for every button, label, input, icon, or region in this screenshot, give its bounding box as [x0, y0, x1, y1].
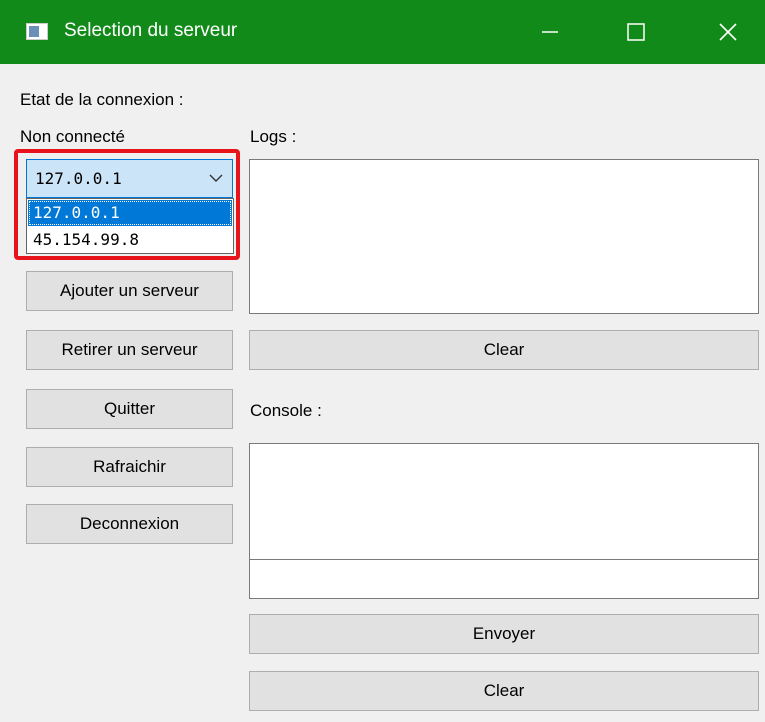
- console-label: Console :: [250, 401, 322, 420]
- window-title: Selection du serveur: [64, 20, 238, 41]
- close-button[interactable]: [690, 0, 765, 64]
- connection-status-label: Etat de la connexion :: [20, 90, 184, 109]
- maximize-icon: [627, 23, 645, 41]
- minimize-icon: [542, 31, 558, 33]
- disconnect-button[interactable]: Deconnexion: [26, 504, 233, 544]
- logs-label: Logs :: [250, 127, 297, 146]
- console-output[interactable]: [249, 443, 759, 560]
- highlight-box: [14, 149, 240, 260]
- minimize-button[interactable]: [512, 0, 588, 64]
- remove-server-button[interactable]: Retirer un serveur: [26, 330, 233, 370]
- logs-clear-button[interactable]: Clear: [249, 330, 759, 370]
- connection-status-value: Non connecté: [20, 127, 125, 146]
- app-icon: [26, 23, 48, 40]
- logs-textarea[interactable]: [249, 159, 759, 314]
- console-input[interactable]: [249, 559, 759, 599]
- add-server-button[interactable]: Ajouter un serveur: [26, 271, 233, 311]
- maximize-button[interactable]: [598, 0, 674, 64]
- app-window: Selection du serveur Etat de la connexio…: [0, 0, 765, 722]
- send-button[interactable]: Envoyer: [249, 614, 759, 654]
- title-bar[interactable]: Selection du serveur: [0, 0, 765, 64]
- close-icon: [719, 23, 737, 41]
- quit-button[interactable]: Quitter: [26, 389, 233, 429]
- console-clear-button[interactable]: Clear: [249, 671, 759, 711]
- refresh-button[interactable]: Rafraichir: [26, 447, 233, 487]
